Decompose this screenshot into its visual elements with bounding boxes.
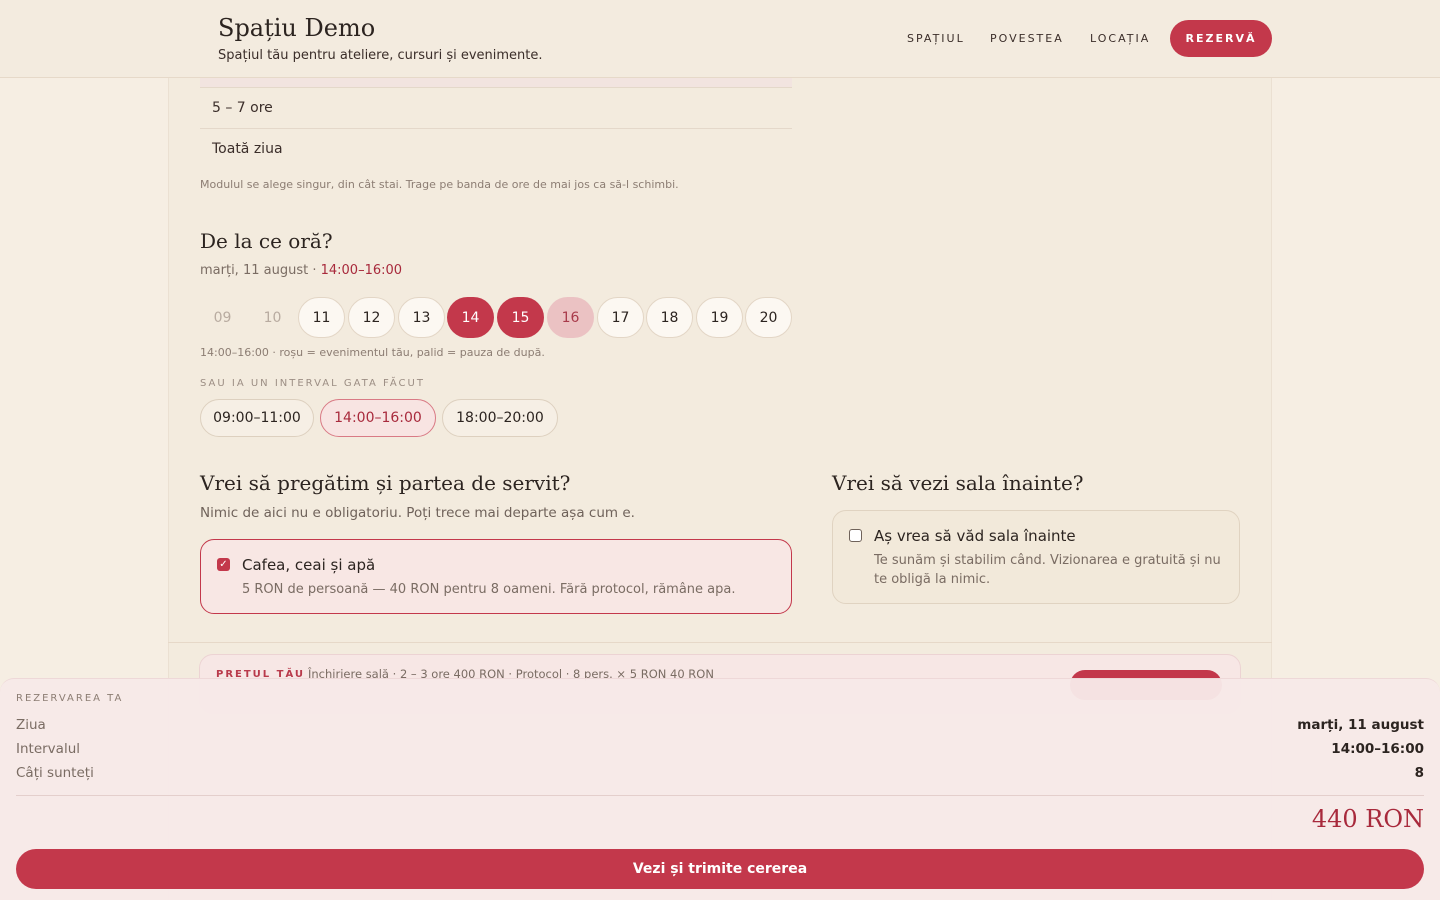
summary-total: 440 RON xyxy=(1311,805,1424,833)
selected-date-line: marți, 11 august · 14:00–16:00 xyxy=(200,263,403,278)
catering-subtitle: Nimic de aici nu e obligatoriu. Poți tre… xyxy=(200,505,635,521)
visit-option-desc: Te sunăm și stabilim când. Vizionarea e … xyxy=(874,553,1221,587)
submit-request-button[interactable]: Vezi și trimite cererea xyxy=(16,849,1424,889)
catering-checkbox[interactable]: ✓ xyxy=(217,558,230,571)
duration-option-full-day[interactable]: Toată ziua xyxy=(212,141,283,157)
hour-chip-15[interactable]: 15 xyxy=(497,297,544,338)
summary-people-value: 8 xyxy=(1414,765,1424,781)
preset-18-20[interactable]: 18:00–20:00 xyxy=(442,399,558,437)
selected-range: 14:00–16:00 xyxy=(320,263,403,278)
visit-option-title: Aș vrea să văd sala înainte xyxy=(874,527,1076,545)
hour-chip-14[interactable]: 14 xyxy=(447,297,494,338)
visit-heading: Vrei să vezi sala înainte? xyxy=(832,471,1084,495)
nav-link-spatiul[interactable]: SPAȚIUL xyxy=(907,32,965,45)
summary-day-label: Ziua xyxy=(16,717,46,733)
divider xyxy=(16,795,1424,796)
hour-chip-16[interactable]: 16 xyxy=(547,297,594,338)
hour-chip-10: 10 xyxy=(263,309,282,326)
time-heading: De la ce oră? xyxy=(200,229,333,253)
selected-date: marți, 11 august xyxy=(200,263,309,278)
duration-option-5-7[interactable]: 5 – 7 ore xyxy=(212,100,273,116)
summary-interval-label: Intervalul xyxy=(16,741,81,757)
hour-chip-13[interactable]: 13 xyxy=(398,297,445,338)
brand-subtitle: Spațiul tău pentru ateliere, cursuri și … xyxy=(218,48,543,63)
nav-link-povestea[interactable]: POVESTEA xyxy=(990,32,1064,45)
summary-people-label: Câți sunteți xyxy=(16,765,94,781)
divider xyxy=(168,642,1272,643)
catering-option-desc: 5 RON de persoană — 40 RON pentru 8 oame… xyxy=(242,582,736,597)
hour-chip-18[interactable]: 18 xyxy=(646,297,693,338)
hour-chip-09: 09 xyxy=(213,309,232,326)
hour-chip-19[interactable]: 19 xyxy=(696,297,743,338)
divider xyxy=(200,128,792,129)
summary-interval-value: 14:00–16:00 xyxy=(1331,741,1424,757)
summary-overline: REZERVAREA TA xyxy=(16,693,124,704)
preset-14-16[interactable]: 14:00–16:00 xyxy=(320,399,436,437)
site-header: Spațiu Demo Spațiul tău pentru ateliere,… xyxy=(0,0,1440,78)
divider xyxy=(200,87,792,88)
summary-sheet: REZERVAREA TA Ziua marți, 11 august Inte… xyxy=(0,678,1440,900)
hour-chip-12[interactable]: 12 xyxy=(348,297,395,338)
nav-link-locatia[interactable]: LOCAȚIA xyxy=(1090,32,1150,45)
preset-title: SAU IA UN INTERVAL GATA FĂCUT xyxy=(200,378,425,389)
duration-hint: Modulul se alege singur, din cât stai. T… xyxy=(200,178,679,191)
catering-option-card[interactable] xyxy=(200,539,792,614)
visit-checkbox[interactable] xyxy=(849,529,862,542)
catering-option-title: Cafea, ceai și apă xyxy=(242,556,376,574)
hour-chip-11[interactable]: 11 xyxy=(298,297,345,338)
preset-09-11[interactable]: 09:00–11:00 xyxy=(200,399,314,437)
hour-legend: 14:00–16:00 · roșu = evenimentul tău, pa… xyxy=(200,346,545,359)
catering-heading: Vrei să pregătim și partea de servit? xyxy=(200,471,571,495)
summary-day-value: marți, 11 august xyxy=(1297,717,1424,733)
reserve-button[interactable]: REZERVĂ xyxy=(1170,20,1272,57)
brand-title[interactable]: Spațiu Demo xyxy=(218,14,375,42)
hour-chip-20[interactable]: 20 xyxy=(745,297,792,338)
hour-chip-17[interactable]: 17 xyxy=(597,297,644,338)
